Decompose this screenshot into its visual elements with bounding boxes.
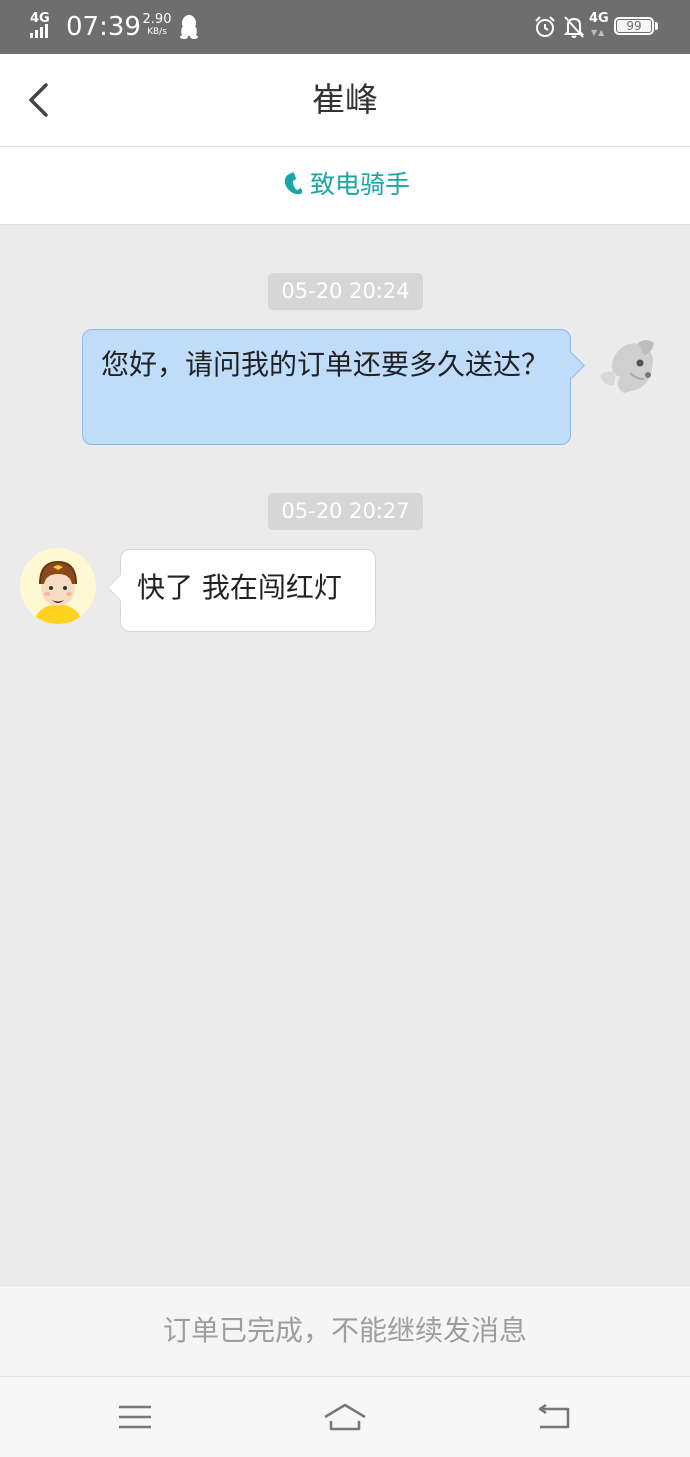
message-bubble-incoming[interactable]: 快了 我在闯红灯 — [120, 549, 376, 632]
call-rider-label: 致电骑手 — [309, 170, 410, 199]
timestamp: 05-20 20:24 — [268, 273, 423, 310]
title-bar: 崔峰 — [0, 54, 690, 147]
timestamp: 05-20 20:27 — [268, 493, 423, 530]
data-activity-icon: ▼▲ — [591, 28, 606, 37]
battery-level: 99 — [626, 19, 642, 33]
battery-icon: 99 — [614, 17, 654, 35]
home-icon[interactable] — [321, 1395, 369, 1439]
system-nav-bar — [0, 1377, 690, 1457]
call-rider-button[interactable]: 致电骑手 — [0, 165, 690, 205]
network-speed: 2.90 KB/s — [141, 12, 173, 38]
speed-value: 2.90 — [142, 12, 172, 27]
call-bar: 致电骑手 — [0, 147, 690, 225]
rider-avatar-icon — [20, 548, 96, 624]
menu-icon[interactable] — [111, 1395, 159, 1439]
speed-unit: KB/s — [147, 27, 167, 37]
avatar[interactable] — [20, 548, 96, 624]
alarm-icon — [535, 16, 555, 37]
message-text: 快了 我在闯红灯 — [137, 571, 342, 604]
network-type-right: 4G — [589, 11, 609, 26]
conversation-closed-notice: 订单已完成，不能继续发消息 — [0, 1285, 690, 1377]
page-title: 崔峰 — [312, 80, 378, 119]
back-icon[interactable] — [532, 1395, 580, 1439]
clock: 07:39 — [66, 12, 141, 42]
avatar[interactable] — [594, 329, 670, 405]
chat-area[interactable]: 05-20 20:24 您好，请问我的订单还要多久送达？ 05-20 20:27 — [0, 225, 690, 1285]
status-bar: 4G 07:39 2.90 KB/s 4G ▼▲ 99 — [0, 0, 690, 54]
dog-avatar-icon — [594, 329, 670, 405]
phone-icon — [284, 172, 302, 195]
message-text: 您好，请问我的订单还要多久送达？ — [101, 348, 550, 381]
qq-icon — [180, 15, 198, 39]
chat-screen: 4G 07:39 2.90 KB/s 4G ▼▲ 99 崔峰 致电骑手 05-2… — [0, 0, 690, 1457]
battery-tip — [655, 22, 658, 30]
mute-icon — [563, 16, 585, 38]
signal-icon: 4G — [30, 12, 58, 40]
message-bubble-outgoing[interactable]: 您好，请问我的订单还要多久送达？ — [82, 329, 571, 445]
